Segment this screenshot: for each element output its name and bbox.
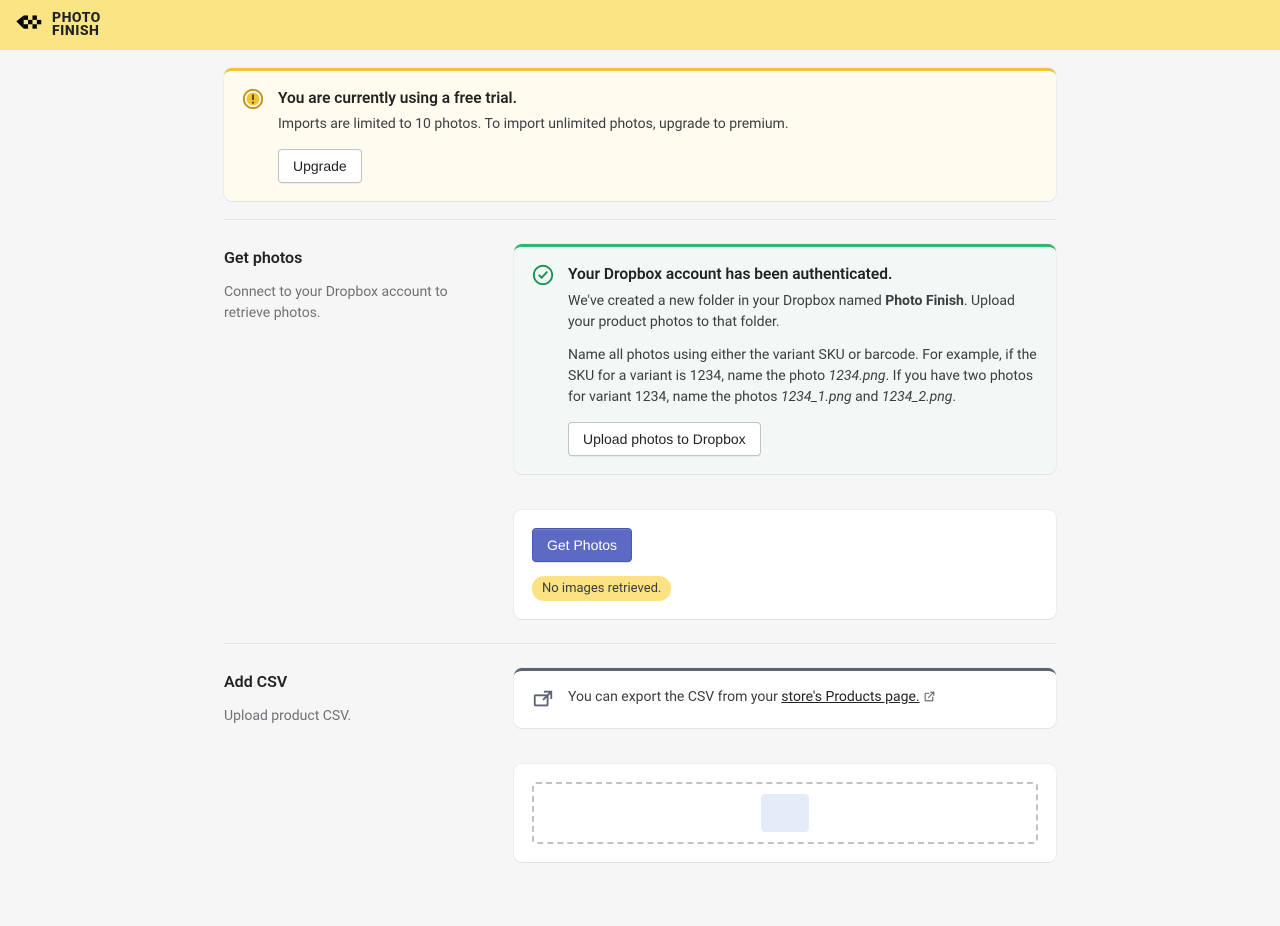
add-csv-section: Add CSV Upload product CSV. You can expo… [224,668,1056,862]
upgrade-button[interactable]: Upgrade [278,149,362,183]
csv-dropzone-card [514,764,1056,862]
trial-alert: You are currently using a free trial. Im… [224,68,1056,201]
add-csv-title: Add CSV [224,670,490,694]
get-photos-desc: Connect to your Dropbox account to retri… [224,282,490,324]
main-container: You are currently using a free trial. Im… [224,50,1056,926]
get-photos-title: Get photos [224,246,490,270]
add-csv-desc: Upload product CSV. [224,706,490,727]
csv-info-alert: You can export the CSV from your store's… [514,668,1056,728]
auth-alert: Your Dropbox account has been authentica… [514,244,1056,473]
warning-icon [242,88,264,110]
get-photos-card: Get Photos No images retrieved. [514,510,1056,620]
no-images-badge: No images retrieved. [532,576,671,602]
csv-dropzone[interactable] [532,782,1038,844]
divider [224,219,1056,220]
external-link-icon [923,690,936,703]
get-photos-section: Get photos Connect to your Dropbox accou… [224,244,1056,619]
get-photos-button[interactable]: Get Photos [532,528,632,562]
auth-alert-desc: We've created a new folder in your Dropb… [568,291,1038,408]
export-icon [532,688,554,710]
trial-alert-title: You are currently using a free trial. [278,87,1038,110]
auth-alert-title: Your Dropbox account has been authentica… [568,263,1038,286]
app-header: PHOTO FINISH [0,0,1280,50]
file-icon [761,794,809,832]
products-page-link[interactable]: store's Products page. [781,689,919,705]
trial-alert-desc: Imports are limited to 10 photos. To imp… [278,114,1038,135]
csv-info-text: You can export the CSV from your store's… [568,687,1038,708]
upload-photos-button[interactable]: Upload photos to Dropbox [568,422,761,456]
divider [224,643,1056,644]
app-logo: PHOTO FINISH [16,12,101,39]
check-circle-icon [532,264,554,286]
flag-icon [16,14,46,36]
logo-text: PHOTO FINISH [52,12,101,39]
